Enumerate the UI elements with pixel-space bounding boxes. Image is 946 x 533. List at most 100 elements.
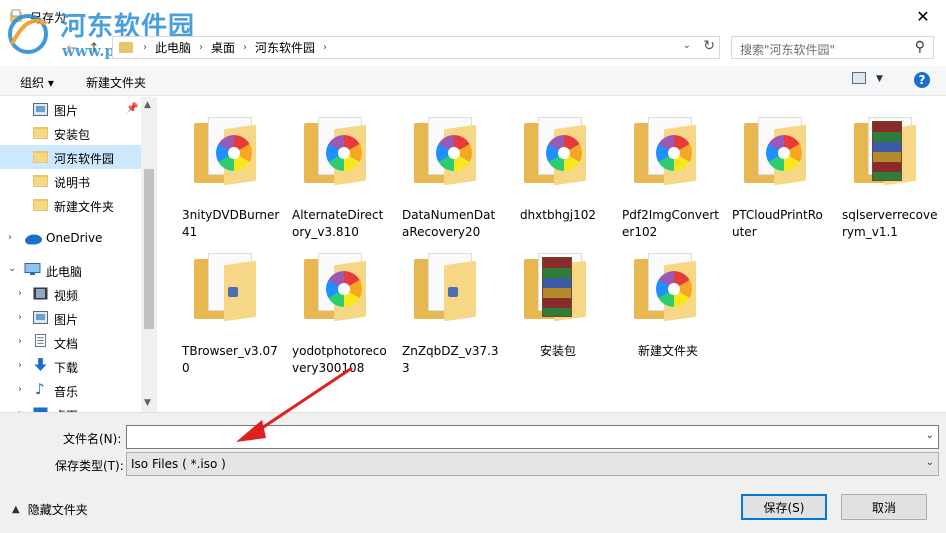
sidebar-item-pictures[interactable]: › 图片 [0,306,141,330]
folder-item[interactable]: AlternateDirectory_v3.810 [286,101,390,241]
filename-field[interactable]: ⌄ [126,425,939,449]
folder-name: 新建文件夹 [637,344,698,358]
arrow-left-icon: ← [66,40,78,56]
sidebar-item-new-folder[interactable]: 新建文件夹 [0,193,141,217]
sidebar-item-downloads[interactable]: › 下载 [0,354,141,378]
chevron-right-icon[interactable]: › [18,360,22,371]
breadcrumb-desktop[interactable]: 桌面 [207,39,239,56]
chevron-right-icon[interactable]: › [8,232,12,243]
folder-icon [634,117,700,186]
sidebar-item-label: 图片 [54,313,79,327]
pin-icon[interactable]: 📌 [126,103,138,114]
folder-item[interactable]: 安装包 [506,237,610,377]
filename-input[interactable] [127,426,917,448]
filetype-value: Iso Files ( *.iso ) [131,457,226,471]
sidebar-item-label: 视频 [54,289,79,303]
filetype-select[interactable]: Iso Files ( *.iso ) ⌄ [126,452,939,476]
refresh-icon[interactable]: ↻ [703,38,715,54]
folder-icon [119,42,133,53]
folder-item[interactable]: dhxtbhgj102 [506,101,610,241]
folder-name: 安装包 [539,344,576,358]
chevron-down-icon[interactable]: ⌄ [8,263,16,274]
folder-item[interactable]: ZnZqbDZ_v37.33 [396,237,500,377]
folder-name: PTCloudPrintRouter [732,208,823,239]
archive-icon [872,121,902,181]
folder-item[interactable]: yodotphotorecovery300108 [286,237,390,377]
folder-item[interactable]: 3nityDVDBurner41 [176,101,280,241]
close-button[interactable]: ✕ [900,0,946,32]
archive-icon [542,257,572,317]
scroll-down-icon[interactable]: ▼ [144,398,151,408]
chevron-right-icon[interactable]: › [18,312,22,323]
folder-icon [33,199,48,211]
folder-name: DataNumenDataRecovery20 [402,208,496,239]
chevron-right-icon: › [199,42,204,53]
search-icon[interactable]: ⚲ [915,39,925,55]
navigation-pane: 图片 📌 安装包 河东软件园 说明书 新建文件夹 › OneDrive ⌄ 此电… [0,97,157,412]
folder-name: dhxtbhgj102 [519,208,597,222]
file-list: 3nityDVDBurner41 AlternateDirectory_v3.8… [158,97,946,412]
scrollbar-thumb[interactable] [144,169,154,329]
save-button[interactable]: 保存(S) [741,494,827,520]
sidebar-item-label: 新建文件夹 [54,200,115,214]
chevron-down-icon[interactable]: ⌄ [926,430,934,441]
chevron-right-icon: › [143,42,147,53]
picture-icon [33,103,48,116]
folder-icon [414,117,480,186]
folder-name: sqlserverrecoverym_v1.1 [842,208,938,239]
chevron-down-icon[interactable]: ⌄ [683,40,691,51]
view-options-icon[interactable] [852,72,866,84]
sidebar-item-desktop[interactable]: › 桌面 [0,402,141,412]
folder-icon [194,117,260,186]
folder-item[interactable]: DataNumenDataRecovery20 [396,101,500,241]
sidebar-item-this-pc[interactable]: ⌄ 此电脑 [0,258,141,282]
folder-icon [33,127,48,139]
new-folder-button[interactable]: 新建文件夹 [86,74,146,91]
folder-name: ZnZqbDZ_v37.33 [402,344,499,375]
scroll-up-icon[interactable]: ▲ [144,100,151,110]
command-toolbar: 组织 ▾ 新建文件夹 [0,66,946,96]
folder-item[interactable]: TBrowser_v3.070 [176,237,280,377]
sidebar-item-manuals[interactable]: 说明书 [0,169,141,193]
chevron-down-icon[interactable]: ⌄ [926,457,934,468]
chevron-right-icon[interactable]: › [18,384,22,395]
sidebar-item-documents[interactable]: › 文档 [0,330,141,354]
folder-icon [524,117,590,186]
address-bar[interactable]: › 此电脑 › 桌面 › 河东软件园 › ⌄ ↻ [112,36,720,59]
sidebar-item-music[interactable]: › ♪ 音乐 [0,378,141,402]
breadcrumb-current[interactable]: 河东软件园 [251,39,319,56]
folder-name: 3nityDVDBurner41 [182,208,280,239]
folder-item[interactable]: Pdf2ImgConverter102 [616,101,720,241]
sidebar-item-label: 音乐 [54,385,79,399]
search-placeholder: 搜索"河东软件园" [740,43,836,57]
chevron-right-icon[interactable]: › [18,288,22,299]
chevron-right-icon: › [243,42,248,53]
folder-name: Pdf2ImgConverter102 [622,208,720,239]
sidebar-item-installers[interactable]: 安装包 [0,121,141,145]
hide-folders-button[interactable]: ▲ 隐藏文件夹 [12,501,88,518]
sidebar-item-onedrive[interactable]: › OneDrive [0,226,141,250]
folder-icon [854,117,920,186]
folder-item[interactable]: sqlserverrecoverym_v1.1 [836,101,940,241]
folder-icon [744,117,810,186]
breadcrumb-this-pc[interactable]: 此电脑 [151,39,195,56]
sidebar-item-label: 图片 [54,104,79,118]
chevron-down-icon[interactable]: ▼ [876,74,883,84]
up-button[interactable]: ↑ [84,38,104,58]
back-button[interactable]: ← [62,38,82,58]
hide-folders-label: 隐藏文件夹 [27,503,88,517]
folder-icon [414,253,480,322]
cancel-button[interactable]: 取消 [841,494,927,520]
chevron-right-icon: › [323,42,328,53]
folder-item[interactable]: 新建文件夹 [616,237,720,377]
chevron-right-icon[interactable]: › [18,336,22,347]
sidebar-item-pictures-pinned[interactable]: 图片 📌 [0,97,141,121]
filetype-label: 保存类型(T): [55,459,124,473]
help-icon[interactable]: ? [914,72,930,88]
sidebar-item-videos[interactable]: › 视频 [0,282,141,306]
sidebar-item-current-folder[interactable]: 河东软件园 [0,145,141,169]
sidebar-scrollbar[interactable]: ▲ ▼ [141,97,157,412]
search-box[interactable]: 搜索"河东软件园" ⚲ [731,36,934,59]
folder-item[interactable]: PTCloudPrintRouter [726,101,830,241]
organize-button[interactable]: 组织 ▾ [20,74,54,91]
